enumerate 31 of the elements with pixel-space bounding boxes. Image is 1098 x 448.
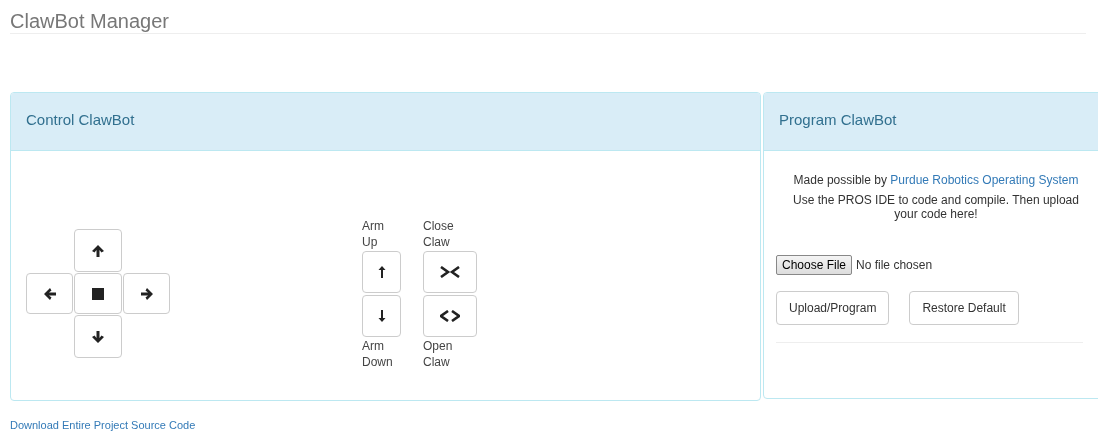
control-label: Arm Up bbox=[362, 217, 385, 250]
instructions-text: Use the PROS IDE to code and compile. Then upload your code here! bbox=[792, 193, 1080, 221]
chevrons-inward-icon bbox=[440, 265, 460, 278]
credit-text: Made possible by Purdue Robotics Operating System bbox=[792, 173, 1080, 187]
stop-button[interactable] bbox=[74, 273, 122, 314]
file-status: No file chosen bbox=[856, 258, 933, 272]
arrow-down-icon bbox=[377, 308, 386, 323]
card-title: Control ClawBot bbox=[11, 93, 760, 151]
choose-file-button[interactable]: Choose File bbox=[776, 255, 853, 275]
page-title: ClawBot Manager bbox=[10, 0, 1086, 34]
card-title: Program ClawBot bbox=[764, 93, 1098, 151]
left-button[interactable] bbox=[26, 273, 73, 314]
control-label: Close Claw bbox=[423, 217, 455, 250]
arrow-left-icon bbox=[42, 286, 57, 301]
close-claw-button[interactable] bbox=[423, 250, 477, 293]
arrow-up-icon bbox=[377, 264, 386, 279]
forward-button[interactable] bbox=[74, 229, 122, 272]
right-button[interactable] bbox=[123, 273, 170, 314]
upload-button[interactable]: Upload/Program bbox=[776, 291, 890, 325]
arrow-up-icon bbox=[91, 243, 105, 258]
arrow-right-icon bbox=[139, 286, 154, 301]
backward-button[interactable] bbox=[74, 315, 122, 358]
control-label: Arm Down bbox=[362, 337, 394, 370]
restore-button[interactable]: Restore Default bbox=[909, 291, 1019, 325]
download-link[interactable]: Download Entire Project Source Code bbox=[10, 419, 1098, 431]
stop-icon bbox=[92, 287, 104, 300]
chevrons-outward-icon bbox=[440, 309, 460, 322]
control-label: Open Claw bbox=[423, 337, 454, 370]
pros-link[interactable]: Purdue Robotics Operating System bbox=[890, 173, 1079, 187]
arrow-down-icon bbox=[91, 329, 105, 344]
open-claw-button[interactable] bbox=[423, 294, 477, 337]
